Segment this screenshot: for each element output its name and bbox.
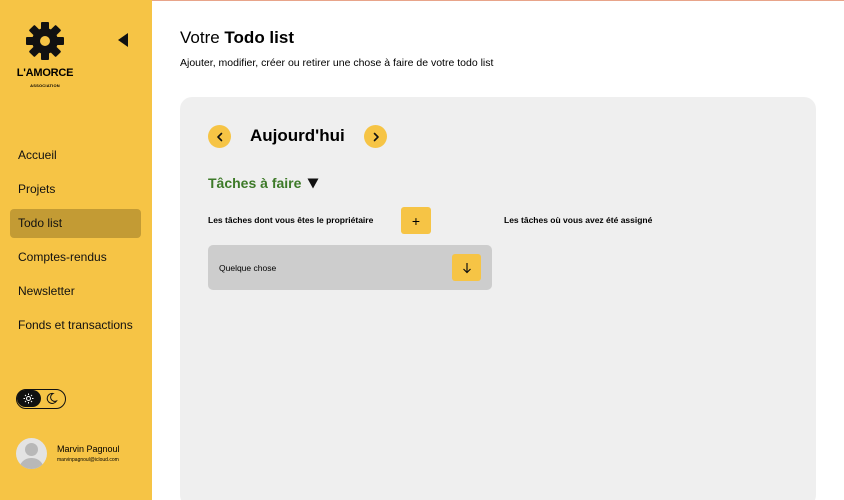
assigned-tasks-label: Les tâches où vous avez été assigné bbox=[504, 215, 653, 225]
logo-name: L'AMORCE bbox=[16, 67, 74, 79]
task-text: Quelque chose bbox=[219, 263, 277, 273]
user-email: marvinpagnoul@icloud.com bbox=[57, 457, 119, 463]
avatar bbox=[16, 438, 47, 469]
page-title-bold: Todo list bbox=[224, 28, 294, 47]
theme-toggle[interactable] bbox=[16, 389, 66, 409]
owner-tasks-label: Les tâches dont vous êtes le propriétair… bbox=[208, 215, 374, 225]
current-day-label: Aujourd'hui bbox=[250, 126, 345, 145]
sidebar-item-newsletter[interactable]: Newsletter bbox=[10, 277, 141, 306]
triangle-down-icon[interactable] bbox=[307, 178, 319, 189]
todo-panel: Aujourd'hui Tâches à faire Les tâches do… bbox=[180, 97, 816, 500]
user-name: Marvin Pagnoul bbox=[57, 444, 120, 454]
logo-subtitle: ASSOCIATION bbox=[30, 83, 60, 88]
sidebar-item-comptes-rendus[interactable]: Comptes-rendus bbox=[10, 243, 141, 272]
add-task-button[interactable]: + bbox=[401, 207, 431, 234]
moon-icon[interactable] bbox=[46, 392, 58, 405]
next-day-button[interactable] bbox=[364, 125, 387, 148]
chevron-right-icon bbox=[373, 132, 379, 141]
arrow-down-icon bbox=[462, 262, 471, 273]
sidebar-item-projets[interactable]: Projets bbox=[10, 175, 141, 204]
sun-icon bbox=[23, 393, 34, 404]
sidebar-item-todo-list[interactable]: Todo list bbox=[10, 209, 141, 238]
previous-day-button[interactable] bbox=[208, 125, 231, 148]
light-mode-option[interactable] bbox=[17, 390, 41, 407]
page-title-prefix: Votre bbox=[180, 28, 225, 47]
logo[interactable]: L'AMORCE ASSOCIATION bbox=[10, 20, 80, 90]
sidebar-item-accueil[interactable]: Accueil bbox=[10, 141, 141, 170]
sidebar-nav: Accueil Projets Todo list Comptes-rendus… bbox=[10, 141, 141, 345]
task-expand-button[interactable] bbox=[452, 254, 481, 281]
section-title-taches[interactable]: Tâches à faire bbox=[208, 175, 301, 191]
sidebar: L'AMORCE ASSOCIATION Accueil Projets Tod… bbox=[0, 0, 152, 500]
chevron-left-icon bbox=[216, 132, 222, 141]
sidebar-item-fonds-et-transactions[interactable]: Fonds et transactions bbox=[10, 311, 141, 340]
page-title: Votre Todo list bbox=[180, 28, 294, 48]
gear-logo-icon bbox=[26, 22, 64, 60]
triangle-left-icon bbox=[118, 33, 128, 47]
collapse-sidebar-button[interactable] bbox=[116, 32, 130, 48]
task-card[interactable]: Quelque chose bbox=[208, 245, 492, 290]
user-profile[interactable]: Marvin Pagnoul marvinpagnoul@icloud.com bbox=[16, 438, 146, 470]
page-subtitle: Ajouter, modifier, créer ou retirer une … bbox=[180, 57, 494, 69]
